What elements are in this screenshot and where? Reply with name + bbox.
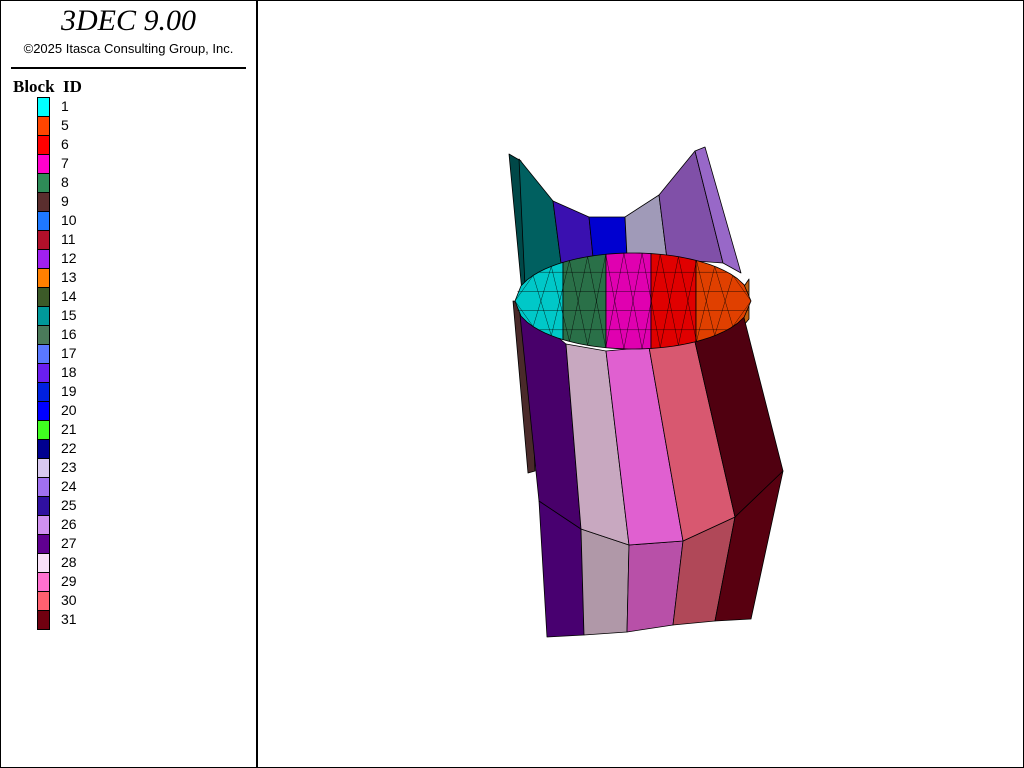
legend-label: 1 xyxy=(61,98,69,114)
legend-swatch xyxy=(37,477,50,497)
legend-swatch xyxy=(37,97,50,117)
legend-swatch xyxy=(37,344,50,364)
legend-panel: 3DEC 9.00 ©2025 Itasca Consulting Group,… xyxy=(1,1,258,767)
legend-swatch xyxy=(37,154,50,174)
legend-swatch xyxy=(37,325,50,345)
legend-swatch xyxy=(37,135,50,155)
legend-label: 29 xyxy=(61,573,77,589)
model-canvas[interactable] xyxy=(258,1,1023,767)
disc-segment-block-7 xyxy=(605,252,652,350)
disc-segment-block-8 xyxy=(562,253,607,349)
legend-label: 8 xyxy=(61,174,69,190)
app-title: 3DEC 9.00 xyxy=(61,4,196,37)
legend-label: 20 xyxy=(61,402,77,418)
legend-label: 7 xyxy=(61,155,69,171)
legend-label: 19 xyxy=(61,383,77,399)
legend-swatch xyxy=(37,268,50,288)
legend-swatch xyxy=(37,287,50,307)
legend-label: 12 xyxy=(61,250,77,266)
model-viewport[interactable] xyxy=(258,1,1023,767)
legend-swatch xyxy=(37,192,50,212)
legend-label: 24 xyxy=(61,478,77,494)
legend-swatch xyxy=(37,439,50,459)
column-lower-face-block-28 xyxy=(580,528,630,636)
legend-swatch xyxy=(37,382,50,402)
legend-swatch xyxy=(37,515,50,535)
legend-label: 9 xyxy=(61,193,69,209)
legend-label: 26 xyxy=(61,516,77,532)
legend-label: 15 xyxy=(61,307,77,323)
legend-swatch xyxy=(37,591,50,611)
legend-swatch xyxy=(37,116,50,136)
back-panel-block-20 xyxy=(588,216,628,258)
legend-label: 13 xyxy=(61,269,77,285)
legend-label: 23 xyxy=(61,459,77,475)
legend-label: 21 xyxy=(61,421,77,437)
legend-label: 18 xyxy=(61,364,77,380)
legend-divider xyxy=(11,67,246,69)
legend-swatch xyxy=(37,458,50,478)
legend-label: 5 xyxy=(61,117,69,133)
legend-label: 28 xyxy=(61,554,77,570)
legend-swatch xyxy=(37,306,50,326)
legend-label: 17 xyxy=(61,345,77,361)
legend-label: 11 xyxy=(61,231,76,247)
legend-label: 27 xyxy=(61,535,77,551)
legend-label: 14 xyxy=(61,288,77,304)
legend-label: 6 xyxy=(61,136,69,152)
legend-swatch xyxy=(37,211,50,231)
legend-swatch xyxy=(37,420,50,440)
legend-label: 25 xyxy=(61,497,77,513)
legend-label: 10 xyxy=(61,212,77,228)
legend-swatch xyxy=(37,553,50,573)
legend-title: Block ID xyxy=(13,77,82,96)
legend-swatch xyxy=(37,496,50,516)
legend-swatch xyxy=(37,534,50,554)
main-window: 3DEC 9.00 ©2025 Itasca Consulting Group,… xyxy=(0,0,1024,768)
legend-label: 30 xyxy=(61,592,77,608)
legend-swatch xyxy=(37,610,50,630)
legend-label: 16 xyxy=(61,326,77,342)
legend-label: 22 xyxy=(61,440,77,456)
legend-swatch xyxy=(37,572,50,592)
legend-label: 31 xyxy=(61,611,77,627)
legend-swatch xyxy=(37,173,50,193)
copyright-text: ©2025 Itasca Consulting Group, Inc. xyxy=(23,41,234,56)
legend-swatch xyxy=(37,249,50,269)
legend-swatch xyxy=(37,230,50,250)
legend-swatch xyxy=(37,401,50,421)
legend-swatch xyxy=(37,363,50,383)
